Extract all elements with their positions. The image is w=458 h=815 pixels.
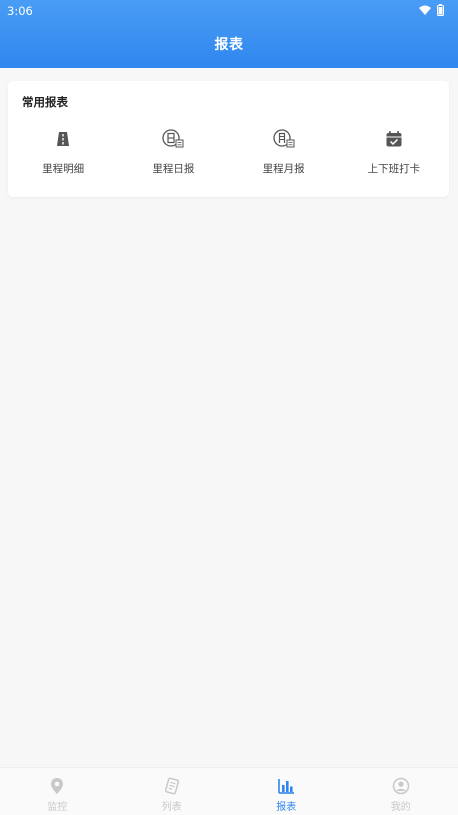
bar-chart-icon [276,776,296,796]
report-mileage-daily[interactable]: 里程日报 [118,127,228,177]
tab-profile[interactable]: 我的 [344,768,458,815]
report-label: 里程月报 [262,163,305,175]
daily-report-icon [161,127,185,151]
bottom-tab-bar: 监控 列表 报表 我的 [0,767,458,815]
tab-label: 我的 [390,802,411,813]
report-grid: 里程明细 里程日报 里程月报 上下班打卡 [8,127,449,177]
card-title: 常用报表 [22,95,68,109]
user-icon [391,776,411,796]
wifi-icon [419,5,431,15]
tab-monitor[interactable]: 监控 [0,768,115,815]
report-mileage-monthly[interactable]: 里程月报 [229,127,339,177]
location-pin-icon [47,776,67,796]
app-header: 3:06 报表 [0,0,458,68]
calendar-check-icon [382,127,406,151]
road-icon [51,127,75,151]
report-label: 里程日报 [152,163,195,175]
status-bar: 3:06 [0,0,458,22]
battery-icon [437,4,444,16]
tab-label: 监控 [47,802,68,813]
tab-label: 列表 [161,802,182,813]
report-mileage-detail[interactable]: 里程明细 [8,127,118,177]
status-icons [419,4,444,16]
monthly-report-icon [272,127,296,151]
report-label: 里程明细 [42,163,85,175]
page-title: 报表 [214,37,244,53]
list-icon [162,776,182,796]
status-time: 3:06 [7,4,33,18]
common-reports-card: 常用报表 里程明细 里程日报 里程月报 上下班打卡 [8,81,449,197]
tab-list[interactable]: 列表 [115,768,230,815]
report-label: 上下班打卡 [367,163,421,175]
tab-reports[interactable]: 报表 [229,768,344,815]
report-clock-in[interactable]: 上下班打卡 [339,127,449,177]
tab-label: 报表 [276,802,297,813]
